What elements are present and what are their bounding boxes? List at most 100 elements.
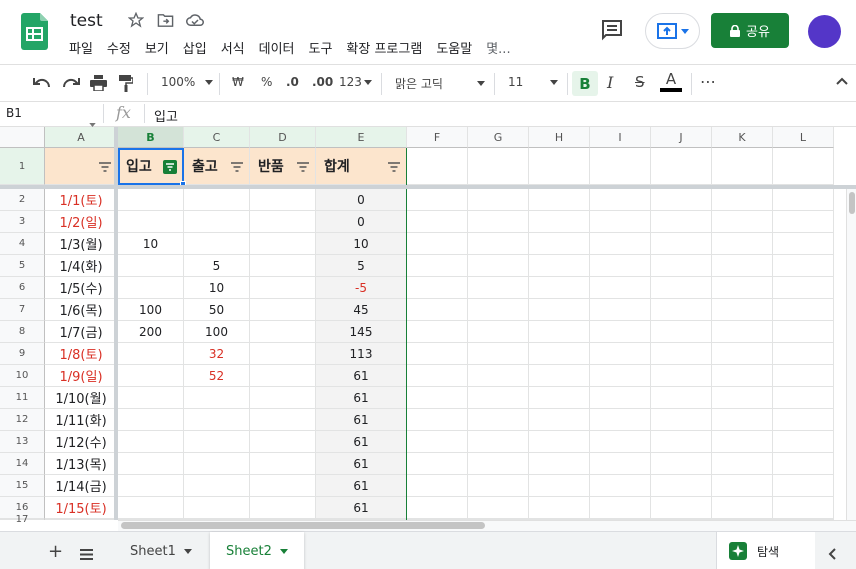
cell[interactable]: [712, 321, 773, 343]
total-cell[interactable]: 61: [316, 453, 407, 475]
total-cell[interactable]: 0: [316, 189, 407, 211]
collapse-side-panel-icon[interactable]: [828, 545, 836, 564]
vertical-scroll-thumb[interactable]: [849, 192, 855, 214]
date-cell[interactable]: 1/14(금): [45, 475, 118, 497]
cell[interactable]: [407, 255, 468, 277]
present-button[interactable]: [645, 13, 700, 49]
row-header[interactable]: 7: [0, 299, 45, 321]
cell[interactable]: [407, 497, 468, 519]
horizontal-scroll-thumb[interactable]: [121, 522, 485, 529]
cell[interactable]: [407, 387, 468, 409]
filter-icon[interactable]: [231, 160, 243, 176]
cell[interactable]: [590, 475, 651, 497]
row-header[interactable]: 2: [0, 189, 45, 211]
cell[interactable]: [651, 299, 712, 321]
cell[interactable]: [407, 431, 468, 453]
cell[interactable]: [712, 148, 773, 185]
row-header[interactable]: 17: [0, 514, 45, 525]
text-color-button[interactable]: A: [660, 70, 682, 92]
cell[interactable]: [407, 233, 468, 255]
tab-sheet2[interactable]: Sheet2: [210, 532, 304, 569]
in-cell[interactable]: [118, 409, 184, 431]
menu-extensions[interactable]: 확장 프로그램: [346, 38, 422, 57]
out-cell[interactable]: [184, 233, 250, 255]
cell[interactable]: [590, 255, 651, 277]
cell[interactable]: [407, 365, 468, 387]
date-cell[interactable]: 1/7(금): [45, 321, 118, 343]
increase-decimal-button[interactable]: .00: [312, 75, 333, 89]
redo-icon[interactable]: [62, 75, 80, 89]
print-icon[interactable]: [90, 75, 107, 91]
cell[interactable]: [712, 365, 773, 387]
out-cell[interactable]: [184, 211, 250, 233]
out-cell[interactable]: [184, 475, 250, 497]
header-cell-c[interactable]: 출고: [184, 148, 250, 185]
all-sheets-icon[interactable]: [80, 545, 93, 564]
total-cell[interactable]: 61: [316, 365, 407, 387]
cell[interactable]: [590, 497, 651, 519]
cell[interactable]: [651, 255, 712, 277]
share-button[interactable]: 공유: [711, 13, 789, 48]
out-cell[interactable]: 52: [184, 365, 250, 387]
formula-input[interactable]: 입고: [154, 106, 178, 125]
cell[interactable]: [773, 343, 834, 365]
row-header[interactable]: 14: [0, 453, 45, 475]
cell[interactable]: [250, 277, 316, 299]
cell[interactable]: [250, 431, 316, 453]
cell[interactable]: [651, 365, 712, 387]
cell[interactable]: [529, 431, 590, 453]
total-cell[interactable]: 0: [316, 211, 407, 233]
cell[interactable]: [590, 387, 651, 409]
cell[interactable]: [651, 453, 712, 475]
out-cell[interactable]: [184, 409, 250, 431]
cell[interactable]: [529, 255, 590, 277]
cell[interactable]: [407, 189, 468, 211]
avatar[interactable]: [808, 15, 841, 48]
more-options-button[interactable]: ⋯: [700, 72, 716, 91]
out-cell[interactable]: 5: [184, 255, 250, 277]
cell[interactable]: [773, 387, 834, 409]
in-cell[interactable]: [118, 211, 184, 233]
frozen-column-divider[interactable]: [114, 127, 118, 520]
cell[interactable]: [529, 233, 590, 255]
menu-tools[interactable]: 도구: [309, 38, 333, 57]
cell[interactable]: [712, 453, 773, 475]
in-cell[interactable]: 10: [118, 233, 184, 255]
cell[interactable]: [773, 277, 834, 299]
menu-insert[interactable]: 삽입: [183, 38, 207, 57]
in-cell[interactable]: [118, 255, 184, 277]
cell[interactable]: [407, 211, 468, 233]
cell[interactable]: [590, 343, 651, 365]
cell[interactable]: [773, 497, 834, 519]
percent-button[interactable]: %: [261, 75, 272, 89]
cell[interactable]: [773, 409, 834, 431]
tab-sheet1[interactable]: Sheet1: [114, 532, 208, 569]
cell[interactable]: [468, 211, 529, 233]
decrease-decimal-button[interactable]: .0: [286, 75, 299, 89]
in-cell[interactable]: [118, 343, 184, 365]
undo-icon[interactable]: [33, 75, 51, 89]
cell[interactable]: [468, 475, 529, 497]
cell[interactable]: [651, 211, 712, 233]
cell[interactable]: [468, 148, 529, 185]
cell[interactable]: [590, 431, 651, 453]
cell[interactable]: [407, 475, 468, 497]
cell[interactable]: [651, 475, 712, 497]
cell[interactable]: [407, 299, 468, 321]
row-header[interactable]: 3: [0, 211, 45, 233]
cell[interactable]: [250, 189, 316, 211]
out-cell[interactable]: [184, 431, 250, 453]
row-header[interactable]: 15: [0, 475, 45, 497]
out-cell[interactable]: [184, 497, 250, 519]
cell[interactable]: [712, 343, 773, 365]
column-header-e[interactable]: E: [316, 127, 407, 148]
menu-last-edit[interactable]: 몇...: [486, 38, 510, 57]
collapse-toolbar-icon[interactable]: [836, 77, 848, 85]
cell[interactable]: [712, 475, 773, 497]
cell[interactable]: [590, 277, 651, 299]
cell[interactable]: [468, 299, 529, 321]
cell[interactable]: [529, 387, 590, 409]
row-header[interactable]: 4: [0, 233, 45, 255]
italic-button[interactable]: I: [607, 73, 613, 92]
date-cell[interactable]: 1/12(수): [45, 431, 118, 453]
